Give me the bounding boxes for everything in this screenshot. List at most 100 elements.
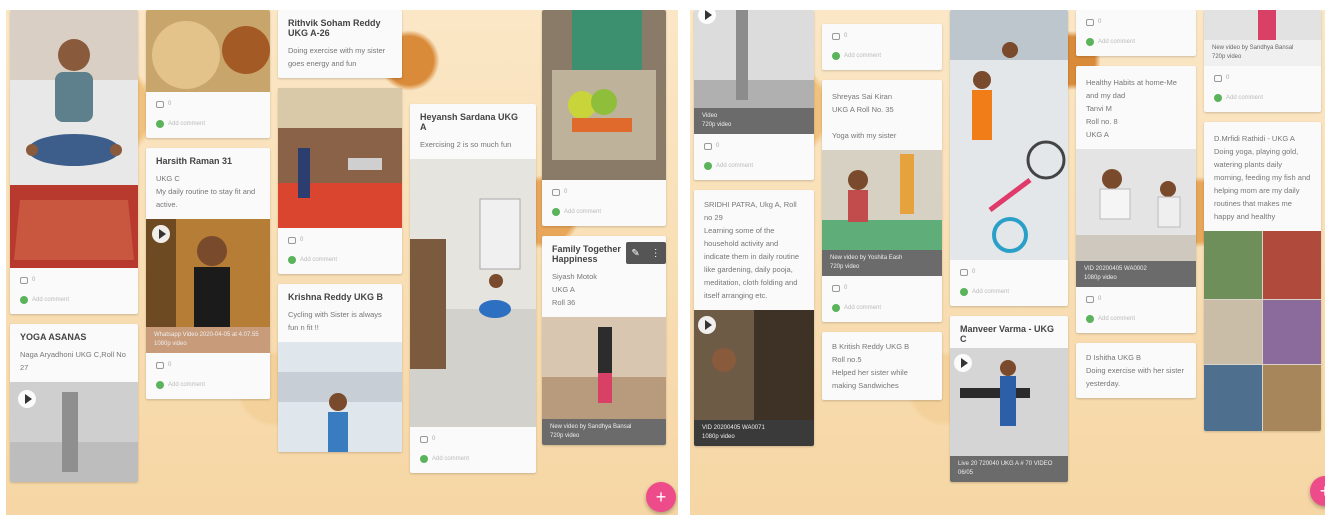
play-icon[interactable] — [152, 225, 170, 243]
post-card[interactable]: YOGA ASANAS Naga Aryadhoni UKG C,Roll No… — [10, 324, 138, 482]
post-card[interactable]: New video by Sandhya Bansal 720p video 0… — [1204, 10, 1321, 112]
post-video[interactable] — [10, 382, 138, 482]
comment-icon[interactable] — [288, 236, 296, 244]
post-card[interactable]: 0 Add comment — [822, 24, 942, 70]
post-card[interactable]: 0 Add comment — [950, 10, 1068, 306]
add-post-button[interactable]: + — [646, 482, 676, 512]
more-icon[interactable]: ⋮ — [651, 248, 661, 259]
add-comment-link[interactable]: Add comment — [844, 305, 881, 311]
board-column-3: Rithvik Soham Reddy UKG A-26 Doing exerc… — [278, 10, 402, 515]
post-body: Siyash Motok UKG A Roll 36 — [552, 272, 598, 307]
comment-icon[interactable] — [1086, 295, 1094, 303]
post-card[interactable]: 0 Add comment — [1076, 10, 1196, 56]
post-card[interactable]: D Ishitha UKG B Doing exercise with her … — [1076, 343, 1196, 398]
comment-icon[interactable] — [832, 32, 840, 40]
post-photo[interactable] — [950, 10, 1068, 260]
video-meta: 1080p video — [702, 434, 735, 440]
add-comment-link[interactable]: Add comment — [1098, 39, 1135, 45]
comment-icon[interactable] — [420, 435, 428, 443]
add-comment-link[interactable]: Add comment — [844, 53, 881, 59]
post-video[interactable] — [950, 348, 1068, 456]
post-card[interactable]: 0 Add comment — [10, 10, 138, 314]
pushups-photo — [1076, 149, 1196, 261]
post-video[interactable] — [694, 10, 814, 108]
post-photo[interactable] — [822, 150, 942, 250]
post-photo[interactable] — [542, 10, 666, 180]
post-card[interactable]: Healthy Habits at home-Me and my dad Tan… — [1076, 66, 1196, 333]
comment-icon[interactable] — [832, 284, 840, 292]
post-card[interactable]: 0 Add comment — [146, 10, 270, 138]
add-comment-link[interactable]: Add comment — [1226, 95, 1263, 101]
vegetables-photo — [542, 10, 666, 180]
post-body: Healthy Habits at home-Me and my dad Tan… — [1086, 78, 1177, 139]
avatar — [704, 162, 712, 170]
comment-icon[interactable] — [20, 276, 28, 284]
post-card[interactable]: Harsith Raman 31 UKG C My daily routine … — [146, 148, 270, 399]
post-card[interactable]: D.Mrfidi Rathidi - UKG A Doing yoga, pla… — [1204, 122, 1321, 431]
post-card[interactable]: Shreyas Sai Kiran UKG A Roll No. 35 Yoga… — [822, 80, 942, 322]
comment-icon[interactable] — [960, 268, 968, 276]
add-comment-link[interactable]: Add comment — [432, 456, 469, 462]
add-comment-link[interactable]: Add comment — [32, 297, 69, 303]
post-card[interactable]: B Kritish Reddy UKG B Roll no.5 Helped h… — [822, 332, 942, 400]
comment-icon[interactable] — [1086, 18, 1094, 26]
post-photo[interactable] — [1076, 149, 1196, 261]
add-comment-link[interactable]: Add comment — [168, 121, 205, 127]
post-body: B Kritish Reddy UKG B Roll no.5 Helped h… — [832, 342, 910, 390]
post-tools[interactable]: ✎ ⋮ — [626, 242, 666, 264]
comment-count: 0 — [432, 436, 436, 442]
comment-count: 0 — [844, 33, 848, 39]
add-comment-link[interactable]: Add comment — [168, 382, 205, 388]
board-column-9: 0 Add comment Healthy Habits at home-Me … — [1076, 10, 1196, 515]
edit-icon[interactable]: ✎ — [631, 248, 639, 259]
child-yoga-photo — [10, 10, 138, 268]
avatar — [1086, 38, 1094, 46]
post-footer: 0 Add comment — [1076, 287, 1196, 333]
post-card[interactable]: Heyansh Sardana UKG A Exercising 2 is so… — [410, 104, 536, 473]
post-photo[interactable] — [410, 159, 536, 427]
post-body: SRIDHI PATRA, Ukg A, Roll no 29 Learning… — [704, 200, 800, 300]
post-photo[interactable] — [278, 88, 402, 228]
comment-icon[interactable] — [156, 100, 164, 108]
post-body: Shreyas Sai Kiran UKG A Roll No. 35 Yoga… — [832, 92, 897, 140]
add-comment-link[interactable]: Add comment — [564, 209, 601, 215]
comment-count: 0 — [168, 362, 172, 368]
avatar — [20, 296, 28, 304]
board-column-8: 0 Add comment Manveer Varma - UKG C Live… — [950, 10, 1068, 515]
comment-icon[interactable] — [704, 142, 712, 150]
play-icon[interactable] — [954, 354, 972, 372]
board-column-4: Heyansh Sardana UKG A Exercising 2 is so… — [410, 10, 536, 515]
post-card[interactable]: Krishna Reddy UKG B Cycling with Sister … — [278, 284, 402, 452]
post-card[interactable]: Manveer Varma - UKG C Live 20 720040 UKG… — [950, 316, 1068, 482]
post-card[interactable]: Video 720p video 0 Add comment — [694, 10, 814, 180]
post-video[interactable] — [694, 310, 814, 420]
play-icon[interactable] — [18, 390, 36, 408]
add-comment-link[interactable]: Add comment — [300, 257, 337, 263]
comment-icon[interactable] — [156, 361, 164, 369]
comment-icon[interactable] — [1214, 74, 1222, 82]
post-card[interactable]: Rithvik Soham Reddy UKG A-26 Doing exerc… — [278, 10, 402, 78]
post-card[interactable]: 0 Add comment — [542, 10, 666, 226]
video-caption: Whatsapp Video 2020-04-05 at 4.07.55 108… — [146, 327, 270, 353]
add-comment-link[interactable]: Add comment — [972, 289, 1009, 295]
post-photo[interactable] — [278, 342, 402, 452]
video-meta: 720p video — [1212, 54, 1242, 60]
add-comment-link[interactable]: Add comment — [716, 163, 753, 169]
post-card[interactable]: 0 Add comment — [278, 88, 402, 274]
play-icon[interactable] — [698, 316, 716, 334]
post-video[interactable] — [146, 219, 270, 327]
post-card[interactable]: SRIDHI PATRA, Ukg A, Roll no 29 Learning… — [694, 190, 814, 446]
video-thumbnail — [542, 317, 666, 419]
post-photo[interactable] — [1204, 231, 1321, 431]
board-column-10: New video by Sandhya Bansal 720p video 0… — [1204, 10, 1321, 515]
post-photo[interactable] — [146, 10, 270, 92]
post-video[interactable] — [542, 317, 666, 419]
post-photo[interactable] — [10, 10, 138, 268]
padlet-board-right: Video 720p video 0 Add comment SRIDHI PA… — [690, 10, 1325, 515]
comment-icon[interactable] — [552, 188, 560, 196]
add-comment-link[interactable]: Add comment — [1098, 316, 1135, 322]
post-video[interactable] — [1204, 10, 1321, 40]
comment-count: 0 — [716, 143, 720, 149]
avatar — [156, 120, 164, 128]
post-card[interactable]: Family Together Happiness Siyash Motok U… — [542, 236, 666, 445]
